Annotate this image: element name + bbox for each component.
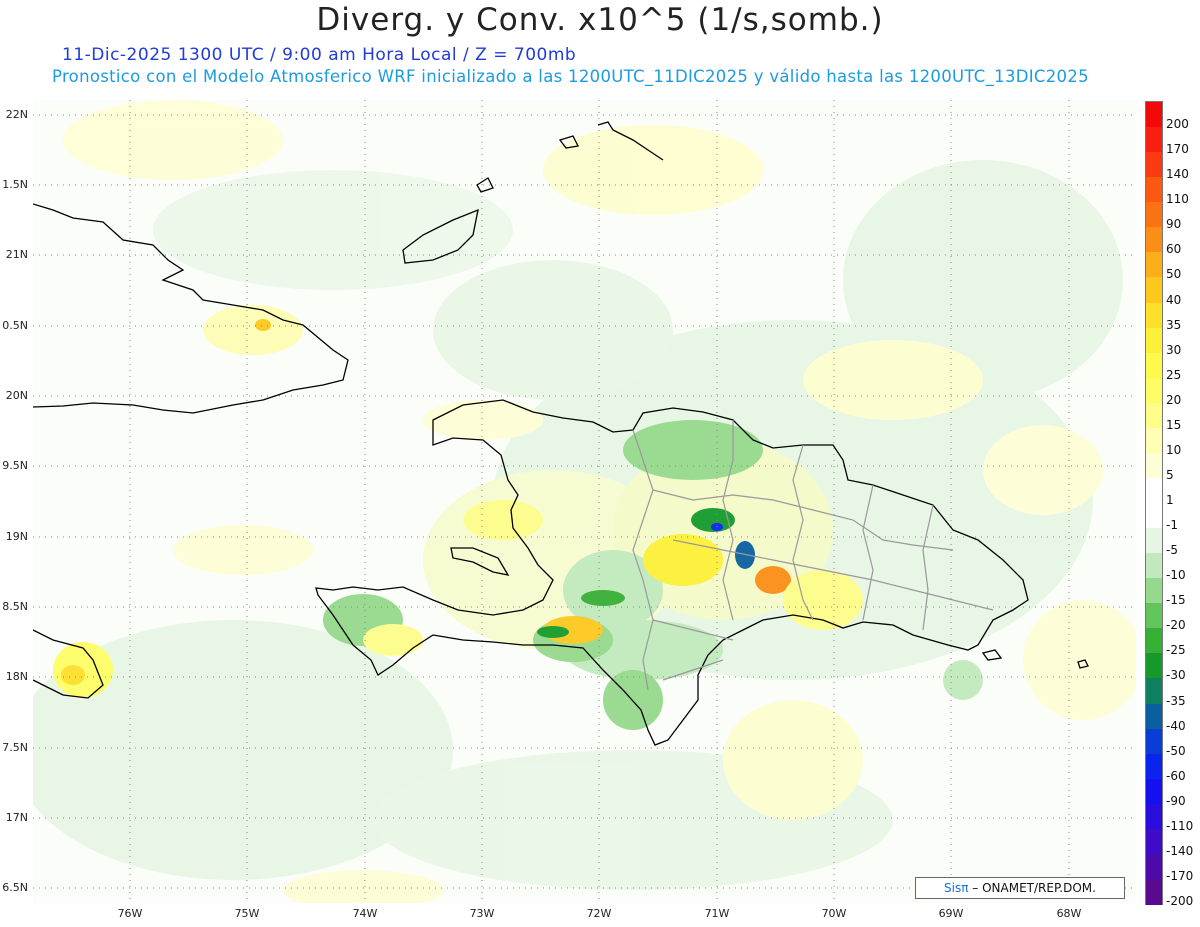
divergence-map xyxy=(33,100,1136,903)
colorbar-label: 140 xyxy=(1166,167,1189,182)
colorbar-label: -40 xyxy=(1166,718,1186,733)
lat-label: 7.5N xyxy=(2,741,28,754)
colorbar-segment xyxy=(1146,227,1162,253)
colorbar-label: 1 xyxy=(1166,493,1174,507)
colorbar-label: 25 xyxy=(1166,367,1182,382)
colorbar-segment xyxy=(1146,853,1162,880)
colorbar-segment xyxy=(1146,728,1162,755)
colorbar-label: 15 xyxy=(1166,417,1182,432)
colorbar-segment xyxy=(1146,553,1162,579)
colorbar-label: 60 xyxy=(1166,242,1182,257)
valid-time-subtitle: 11-Dic-2025 1300 UTC / 9:00 am Hora Loca… xyxy=(62,45,577,65)
colorbar-segment xyxy=(1146,578,1162,604)
lat-label: 20N xyxy=(5,389,28,402)
colorbar-segment xyxy=(1146,678,1162,704)
colorbar-segment xyxy=(1146,127,1162,153)
colorbar-label: -50 xyxy=(1166,743,1186,758)
lon-label: 75W xyxy=(234,907,260,920)
colorbar-label: 50 xyxy=(1166,267,1182,282)
colorbar-segment xyxy=(1146,878,1162,905)
lat-label: 6.5N xyxy=(2,881,28,894)
colorbar-segment xyxy=(1146,603,1162,629)
colorbar-segment xyxy=(1146,402,1162,429)
credit-box: Sisπ – ONAMET/REP.DOM. xyxy=(915,877,1125,899)
colorbar-label: 10 xyxy=(1166,442,1182,457)
lat-label: 22N xyxy=(5,108,28,121)
colorbar-segment xyxy=(1146,503,1162,529)
lat-label: 17N xyxy=(5,811,28,824)
lon-label: 73W xyxy=(469,907,495,920)
colorbar-segment xyxy=(1146,277,1162,303)
colorbar-label: 40 xyxy=(1166,292,1182,307)
colorbar-segment xyxy=(1146,352,1162,379)
lat-label: 21N xyxy=(5,248,28,261)
colorbar-segment xyxy=(1146,327,1162,354)
map-title: Diverg. y Conv. x10^5 (1/s,somb.) xyxy=(316,2,884,38)
colorbar-segment xyxy=(1146,778,1162,805)
colorbar-label: -1 xyxy=(1166,518,1178,533)
colorbar-label: -15 xyxy=(1166,593,1186,608)
lon-label: 76W xyxy=(117,907,143,920)
colorbar-segment xyxy=(1146,753,1162,780)
lat-label: 0.5N xyxy=(2,319,28,332)
colorbar-label: -90 xyxy=(1166,793,1186,808)
lon-label: 74W xyxy=(352,907,378,920)
colorbar-label: 5 xyxy=(1166,467,1174,482)
colorbar-label: 200 xyxy=(1166,117,1189,132)
colorbar-label: 20 xyxy=(1166,392,1182,407)
colorbar-label: -5 xyxy=(1166,543,1178,558)
lat-label: 8.5N xyxy=(2,600,28,613)
colorbar-label: 110 xyxy=(1166,192,1189,207)
colorbar-label: -200 xyxy=(1166,894,1194,908)
colorbar-segment xyxy=(1146,202,1162,228)
colorbar-segment xyxy=(1146,528,1162,554)
colorbar-label: -30 xyxy=(1166,668,1186,683)
colorbar-label: -10 xyxy=(1166,568,1186,583)
colorbar-label: -25 xyxy=(1166,643,1186,658)
colorbar-label: -20 xyxy=(1166,618,1186,633)
colorbar-segment xyxy=(1146,177,1162,203)
colorbar-label: 35 xyxy=(1166,317,1182,332)
lon-label: 68W xyxy=(1056,907,1082,920)
lon-label: 69W xyxy=(938,907,964,920)
colorbar-segment xyxy=(1146,653,1162,679)
lon-label: 72W xyxy=(586,907,612,920)
model-run-subtitle: Pronostico con el Modelo Atmosferico WRF… xyxy=(52,67,1089,86)
sispi-logo: Sisπ xyxy=(944,881,969,895)
credit-text: – ONAMET/REP.DOM. xyxy=(972,881,1096,895)
lat-label: 9.5N xyxy=(2,459,28,472)
lon-label: 70W xyxy=(821,907,847,920)
lat-label: 1.5N xyxy=(2,178,28,191)
colorbar-label: -35 xyxy=(1166,693,1186,708)
colorbar-segment xyxy=(1146,477,1162,504)
colorbar-label: 90 xyxy=(1166,217,1182,232)
colorbar-label: -140 xyxy=(1166,843,1194,858)
colorbar-label: -110 xyxy=(1166,818,1194,833)
colorbar-label: 30 xyxy=(1166,342,1182,357)
colorbar-segment xyxy=(1146,302,1162,329)
colorbar-segment xyxy=(1146,377,1162,404)
lon-label: 71W xyxy=(704,907,730,920)
colorbar-segment xyxy=(1146,628,1162,654)
lat-label: 19N xyxy=(5,530,28,543)
colorbar-label: -60 xyxy=(1166,768,1186,783)
colorbar-segment xyxy=(1146,102,1162,128)
colorbar-segment xyxy=(1146,803,1162,830)
colorbar-segment xyxy=(1146,452,1162,479)
colorbar-segment xyxy=(1146,252,1162,278)
colorbar-segment xyxy=(1146,427,1162,454)
colorbar-label: -170 xyxy=(1166,868,1194,883)
colorbar-segment xyxy=(1146,152,1162,178)
colorbar-segment xyxy=(1146,703,1162,730)
colorbar xyxy=(1145,101,1163,905)
lat-label: 18N xyxy=(5,670,28,683)
colorbar-segment xyxy=(1146,828,1162,855)
colorbar-label: 170 xyxy=(1166,142,1189,157)
